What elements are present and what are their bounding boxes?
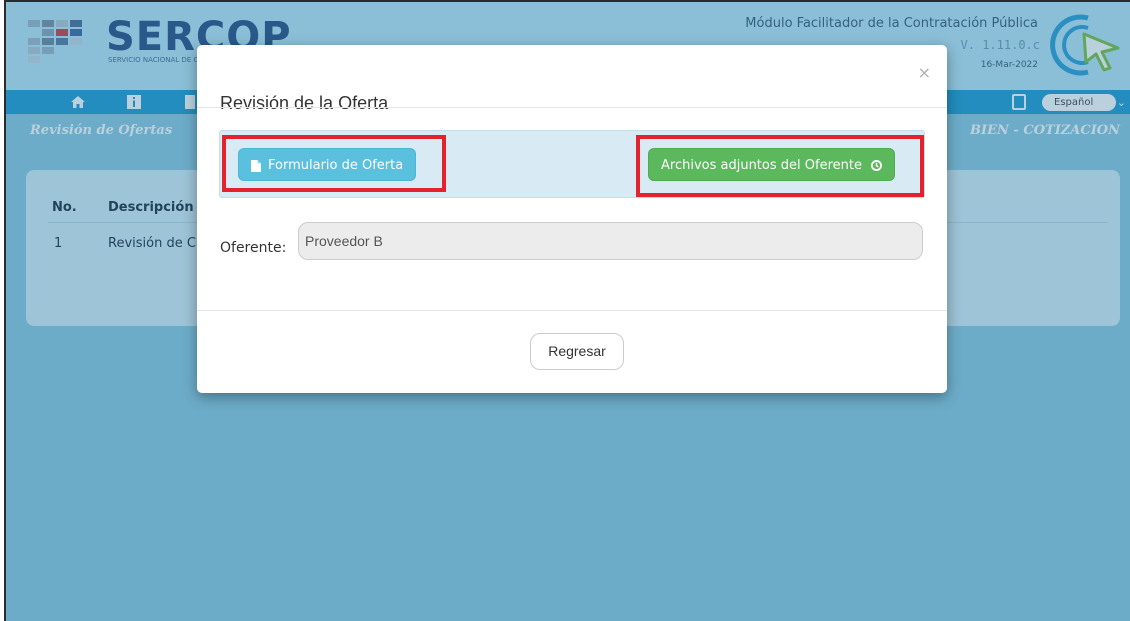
file-icon xyxy=(251,159,261,172)
close-icon[interactable]: × xyxy=(918,63,931,82)
oferente-label: Oferente: xyxy=(220,240,287,256)
attachments-button[interactable]: Archivos adjuntos del Oferente xyxy=(648,148,896,181)
modal-footer-divider xyxy=(197,310,947,311)
offer-form-button-label: Formulario de Oferta xyxy=(268,158,404,173)
back-button[interactable]: Regresar xyxy=(530,333,624,370)
modal-header-divider xyxy=(197,107,947,108)
modal-button-bar: Formulario de Oferta Archivos adjuntos d… xyxy=(219,130,925,198)
clock-icon xyxy=(871,160,883,171)
attachments-button-label: Archivos adjuntos del Oferente xyxy=(661,158,862,173)
modal-title: Revisión de la Oferta xyxy=(220,93,389,113)
oferente-field[interactable]: Proveedor B xyxy=(298,222,923,260)
offer-form-button[interactable]: Formulario de Oferta xyxy=(238,148,417,181)
offer-review-modal: Revisión de la Oferta × Formulario de Of… xyxy=(197,45,947,393)
